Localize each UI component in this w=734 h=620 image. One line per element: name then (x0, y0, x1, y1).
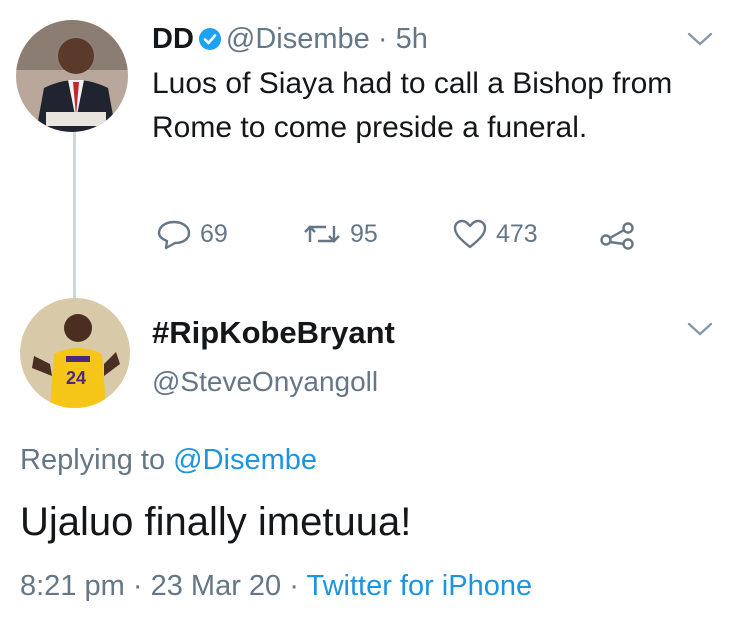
tweet-date[interactable]: 23 Mar 20 (151, 570, 282, 602)
tweet-time[interactable]: 5h (396, 23, 428, 55)
retweet-button[interactable]: 95 (302, 214, 378, 254)
chevron-down-icon[interactable] (686, 30, 714, 48)
user-handle[interactable]: @SteveOnyangoll (152, 366, 378, 398)
tweet-source-link[interactable]: Twitter for iPhone (306, 570, 532, 602)
share-button[interactable] (598, 214, 638, 254)
reply-button[interactable]: 69 (156, 214, 228, 254)
retweet-count: 95 (350, 219, 378, 248)
retweet-icon (302, 218, 342, 250)
reply-count: 69 (200, 219, 228, 248)
replying-handle-link[interactable]: @Disembe (173, 444, 317, 476)
avatar[interactable] (16, 20, 128, 132)
tweet-header: DD @Disembe · 5h (152, 22, 428, 56)
separator: · (377, 23, 388, 55)
thread-connector (73, 130, 76, 300)
display-name[interactable]: DD (152, 23, 194, 55)
tweet-text: Luos of Siaya had to call a Bishop from … (152, 67, 673, 144)
separator: · (132, 570, 143, 602)
separator: · (289, 570, 299, 602)
tweet-meta: 8:21 pm · 23 Mar 20 · Twitter for iPhone (20, 570, 532, 603)
like-count: 473 (496, 219, 538, 248)
like-icon (452, 218, 488, 250)
avatar[interactable]: 24 (20, 298, 130, 408)
verified-icon (198, 25, 222, 50)
user-handle[interactable]: @Disembe (226, 23, 370, 55)
share-icon (598, 218, 638, 250)
like-button[interactable]: 473 (452, 214, 538, 254)
reply-icon (156, 218, 192, 250)
chevron-down-icon[interactable] (686, 320, 714, 338)
replying-prefix: Replying to (20, 444, 166, 476)
tweet-actions: 69 95 473 (152, 214, 652, 254)
svg-text:24: 24 (66, 368, 86, 388)
replying-to: Replying to @Disembe (20, 444, 317, 477)
display-name[interactable]: #RipKobeBryant (152, 315, 395, 351)
tweet-text: Ujaluo finally imetuua! (20, 500, 412, 544)
tweet-time[interactable]: 8:21 pm (20, 570, 125, 602)
